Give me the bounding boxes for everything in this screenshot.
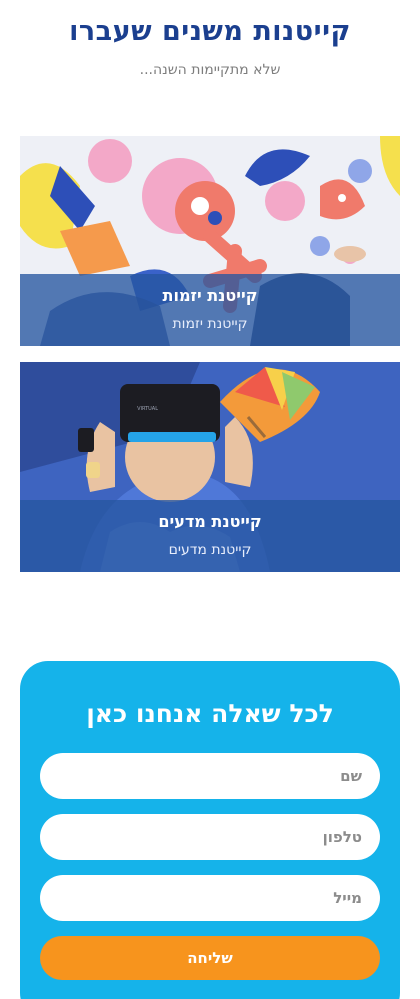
card-subtitle: קייטנת יזמות <box>172 316 248 332</box>
card-caption-overlay: קייטנת יזמות קייטנת יזמות <box>20 274 400 346</box>
card-caption-overlay: קייטנת מדעים קייטנת מדעים <box>20 500 400 572</box>
camp-card-science[interactable]: VIRTUAL קייטנת מדעים קייטנת מדעים <box>20 362 400 572</box>
page-title: קייטנות משנים שעברו <box>69 16 351 47</box>
card-title: קייטנת מדעים <box>158 512 262 531</box>
svg-text:VIRTUAL: VIRTUAL <box>137 406 158 412</box>
page-subtitle: שלא מתקיימות השנה... <box>139 62 281 78</box>
name-field[interactable] <box>40 753 380 799</box>
camp-card-entrepreneurship[interactable]: קייטנת יזמות קייטנת יזמות <box>20 136 400 346</box>
phone-field[interactable] <box>40 814 380 860</box>
submit-button[interactable]: שליחה <box>40 936 380 980</box>
contact-form-panel: לכל שאלה אנחנו כאן שליחה <box>20 661 400 999</box>
contact-title: לכל שאלה אנחנו כאן <box>86 699 334 728</box>
card-title: קייטנת יזמות <box>162 286 258 305</box>
card-subtitle: קייטנת מדעים <box>168 542 252 558</box>
email-field[interactable] <box>40 875 380 921</box>
